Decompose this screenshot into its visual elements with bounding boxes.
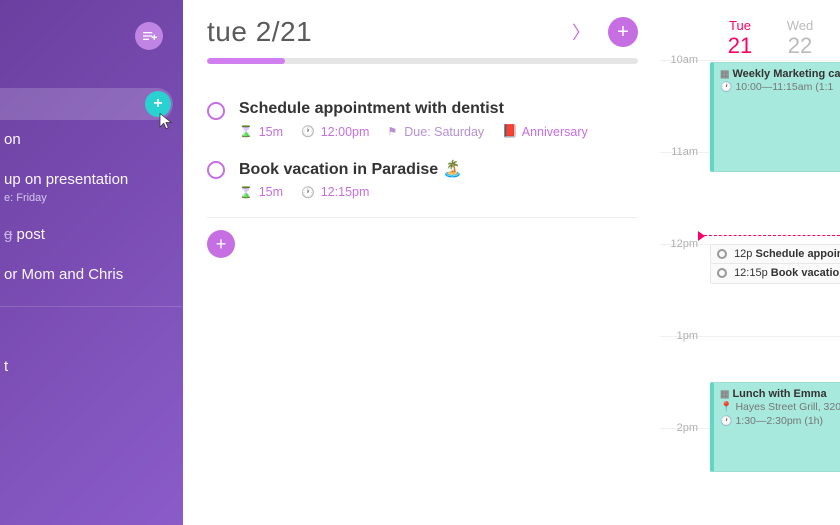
calendar-panel: Tue 21 Wed 22 Th 10am 11am 12pm 1pm 2pm …: [660, 0, 840, 525]
task-checkbox[interactable]: [207, 161, 225, 179]
task-dot-icon: [717, 249, 727, 259]
day-progress: [207, 58, 638, 64]
next-day-button[interactable]: 〉: [572, 19, 590, 45]
task-dot-icon: [717, 268, 727, 278]
sidebar-item[interactable]: g post: [0, 215, 183, 255]
calendar-event[interactable]: ▦Lunch with Emma 📍Hayes Street Grill, 32…: [710, 382, 840, 472]
hourglass-icon: [239, 186, 255, 199]
sidebar: + on up on presentation e: Friday g post…: [0, 0, 183, 525]
task-list: Schedule appointment with dentist 15m 12…: [207, 94, 638, 258]
task-divider: [207, 217, 638, 218]
calendar-day[interactable]: Th: [830, 18, 840, 59]
clock-icon: [301, 125, 317, 138]
calendar-icon: ▦: [720, 69, 729, 80]
task-checkbox[interactable]: [207, 102, 225, 120]
clock-icon: 🕐: [720, 82, 732, 93]
task-date: tue 2/21: [207, 16, 312, 48]
sidebar-item-label: on: [4, 131, 21, 148]
task-meta: 15m 12:00pm Due: Saturday 📕 Anniversary: [239, 124, 588, 139]
add-task-header-button[interactable]: +: [608, 17, 638, 47]
task-header: tue 2/21 〉 +: [207, 16, 638, 48]
hourglass-icon: [239, 125, 255, 138]
calendar-event[interactable]: 12p Schedule appoin: [710, 244, 840, 264]
clock-icon: 🕐: [720, 416, 732, 427]
sidebar-item[interactable]: or Mom and Chris: [0, 255, 183, 295]
task-row[interactable]: Schedule appointment with dentist 15m 12…: [207, 94, 638, 153]
task-row[interactable]: Book vacation in Paradise 🏝️ 15m 12:15pm: [207, 153, 638, 213]
sidebar-item-selected[interactable]: +: [0, 88, 173, 120]
calendar-event[interactable]: ▦Weekly Marketing ca 🕐10:00—11:15am (1:1: [710, 62, 840, 172]
sidebar-item[interactable]: t: [0, 347, 183, 387]
calendar-icon: ▦: [720, 389, 729, 400]
clock-icon: [301, 186, 317, 199]
task-meta: 15m 12:15pm: [239, 185, 463, 199]
task-title: Book vacation in Paradise 🏝️: [239, 159, 463, 179]
task-panel: tue 2/21 〉 + Schedule appointment with d…: [183, 0, 660, 525]
pin-icon: 📍: [720, 402, 732, 413]
task-title: Schedule appointment with dentist: [239, 100, 588, 118]
calendar-event[interactable]: 12:15p Book vacation: [710, 264, 840, 284]
flag-icon: [387, 125, 400, 138]
calendar-day[interactable]: Wed 22: [770, 18, 830, 59]
sidebar-item-label: or Mom and Chris: [4, 266, 123, 283]
calendar-events-col: ▦Weekly Marketing ca 🕐10:00—11:15am (1:1…: [710, 60, 840, 525]
sidebar-item[interactable]: on: [0, 120, 183, 160]
sidebar-item-due: e: Friday: [4, 191, 169, 205]
new-list-icon[interactable]: [135, 22, 163, 50]
day-progress-fill: [207, 58, 285, 64]
sidebar-item-label: t: [4, 358, 8, 375]
add-task-inline-button[interactable]: +: [207, 230, 235, 258]
sidebar-item[interactable]: up on presentation e: Friday: [0, 160, 183, 216]
sidebar-item-label: post: [12, 226, 45, 243]
sidebar-item-label: up on presentation: [4, 171, 128, 188]
calendar-day[interactable]: Tue 21: [710, 18, 770, 59]
sidebar-divider: [0, 306, 183, 307]
